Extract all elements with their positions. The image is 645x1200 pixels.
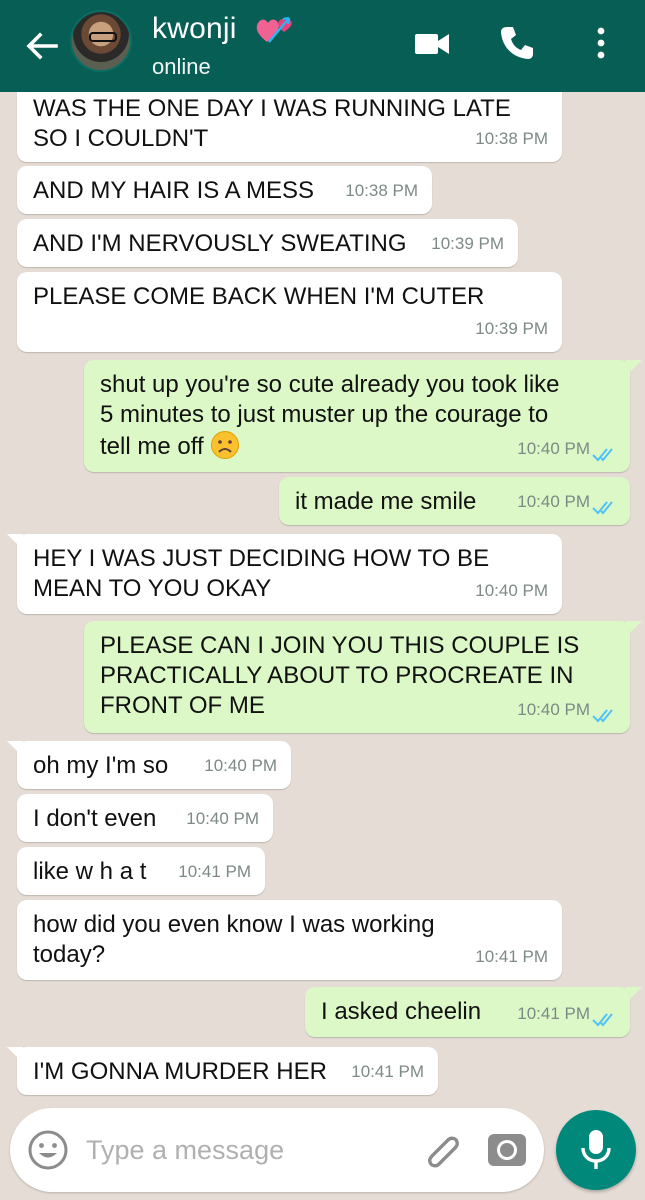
message-time: 10:41 PM — [351, 1062, 424, 1081]
message-time: 10:40 PM — [517, 439, 590, 458]
read-ticks-icon — [592, 1013, 613, 1027]
message-bubble[interactable]: PLEASE CAN I JOIN YOU THIS COUPLE IS PRA… — [84, 621, 630, 733]
message-bubble[interactable]: like w h a t 10:41 PM — [17, 847, 265, 895]
message-bubble[interactable]: shut up you're so cute already you took … — [84, 360, 630, 472]
message-time: 10:38 PM — [345, 181, 418, 200]
mic-button[interactable] — [556, 1110, 636, 1190]
message-time: 10:40 PM — [475, 581, 548, 600]
message-text: WAS THE ONE DAY I WAS RUNNING LATE SO I … — [33, 95, 511, 152]
message-bubble[interactable]: PLEASE COME BACK WHEN I'M CUTER 10:39 PM — [17, 272, 562, 352]
message-bubble[interactable]: oh my I'm so 10:40 PM — [17, 741, 291, 789]
message-time: 10:40 PM — [204, 756, 277, 775]
phone-call-icon[interactable] — [498, 24, 536, 62]
overflow-menu-icon[interactable] — [590, 24, 612, 62]
read-ticks-icon — [592, 501, 613, 515]
message-bubble[interactable]: how did you even know I was working toda… — [17, 900, 562, 980]
microphone-icon — [581, 1130, 611, 1169]
contact-name[interactable]: kwonji — [152, 12, 237, 46]
revolving-hearts-icon — [256, 16, 292, 43]
avatar[interactable] — [70, 10, 132, 72]
read-ticks-icon — [592, 448, 613, 462]
message-bubble[interactable]: I asked cheelin 10:41 PM — [305, 987, 630, 1037]
message-bubble[interactable]: AND I'M NERVOUSLY SWEATING 10:39 PM — [17, 219, 518, 267]
chat-header: kwonji online — [0, 0, 645, 92]
message-time: 10:41 PM — [517, 1004, 590, 1023]
message-time: 10:40 PM — [517, 492, 590, 511]
back-arrow-icon[interactable] — [22, 26, 62, 66]
message-time: 10:40 PM — [186, 809, 259, 828]
message-text: PLEASE COME BACK WHEN I'M CUTER — [33, 283, 485, 310]
message-bubble[interactable]: I'M GONNA MURDER HER 10:41 PM — [17, 1047, 438, 1095]
attach-icon[interactable] — [422, 1130, 464, 1172]
message-time: 10:38 PM — [475, 129, 548, 148]
video-call-icon[interactable] — [414, 30, 450, 58]
message-time: 10:41 PM — [475, 947, 548, 966]
read-ticks-icon — [592, 709, 613, 723]
message-time: 10:40 PM — [517, 700, 590, 719]
message-time: 10:39 PM — [475, 319, 548, 338]
contact-status: online — [152, 54, 211, 79]
message-bubble[interactable]: it made me smile 10:40 PM — [279, 477, 630, 525]
message-composer — [10, 1108, 544, 1192]
message-bubble[interactable]: I don't even 10:40 PM — [17, 794, 273, 842]
message-bubble[interactable]: HEY I WAS JUST DECIDING HOW TO BE MEAN T… — [17, 534, 562, 614]
message-input[interactable] — [86, 1130, 406, 1170]
message-bubble[interactable]: AND MY HAIR IS A MESS 10:38 PM — [17, 166, 432, 214]
message-bubble[interactable]: WAS THE ONE DAY I WAS RUNNING LATE SO I … — [17, 80, 562, 162]
message-text: HEY I WAS JUST DECIDING HOW TO BE MEAN T… — [33, 545, 490, 602]
camera-icon[interactable] — [486, 1130, 528, 1170]
message-time: 10:39 PM — [431, 234, 504, 253]
avatar-glasses — [89, 32, 117, 42]
frowning-face-icon — [211, 431, 240, 459]
emoji-icon[interactable] — [26, 1128, 70, 1172]
chat-area: WAS THE ONE DAY I WAS RUNNING LATE SO I … — [0, 0, 645, 1200]
message-text: how did you even know I was working toda… — [33, 911, 435, 968]
message-time: 10:41 PM — [178, 862, 251, 881]
